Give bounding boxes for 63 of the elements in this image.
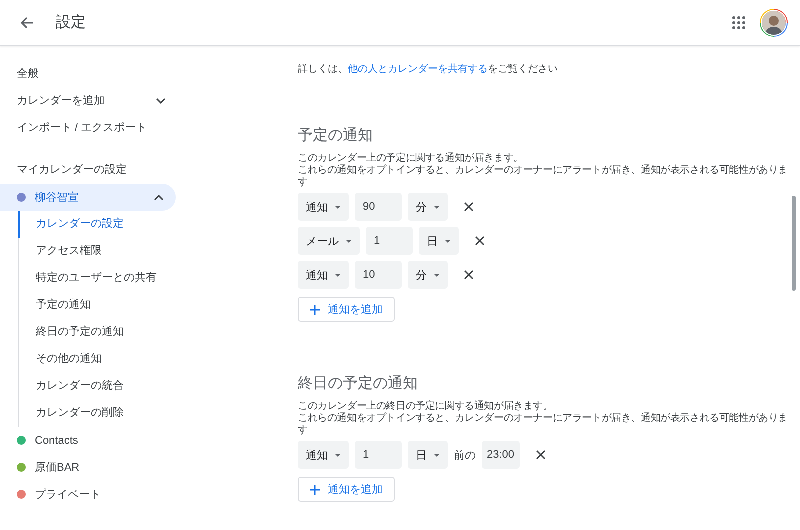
caret-icon (434, 274, 440, 276)
amount-field[interactable]: 1 (366, 227, 413, 255)
sub-item[interactable]: 終日の予定の通知 (18, 319, 176, 346)
sub-item[interactable]: その他の通知 (18, 346, 176, 373)
caret-icon (434, 454, 440, 456)
plus-icon (310, 484, 320, 494)
section-title: 予定の通知 (298, 126, 374, 145)
amount-field[interactable]: 10 (355, 261, 402, 289)
description-text: これらの通知をオプトインすると、カレンダーのオーナーにアラートが届き、通知が表示される可能性があります (298, 165, 790, 189)
sidebar-item[interactable]: インポート / エクスポート (0, 114, 176, 141)
add-notification-button[interactable]: 通知を追加 (298, 477, 395, 502)
close-icon[interactable] (536, 450, 546, 460)
sub-item[interactable]: 予定の通知 (18, 292, 176, 319)
calendar-name: Contacts (35, 434, 80, 446)
time-field[interactable]: 23:00 (482, 441, 520, 469)
section-heading: マイカレンダーの設定 (16, 162, 128, 178)
calendar-item[interactable]: Contacts (0, 427, 176, 454)
description-text: このカレンダー上の終日の予定に関する通知が届きます。 (298, 401, 554, 412)
close-icon[interactable] (464, 270, 474, 280)
method-dropdown[interactable]: 通知 (298, 193, 349, 221)
caret-icon (434, 206, 440, 208)
calendar-item[interactable]: 原価BAR (0, 454, 176, 481)
before-label: 前の (454, 448, 476, 462)
apps-grid-icon[interactable] (732, 16, 746, 30)
calendar-name: プライベート (35, 488, 102, 502)
sub-item[interactable]: カレンダーの設定 (18, 211, 176, 238)
method-dropdown[interactable]: 通知 (298, 441, 349, 469)
calendar-item[interactable]: プライベート (0, 481, 176, 508)
caret-icon (335, 274, 341, 276)
unit-dropdown[interactable]: 日 (419, 227, 459, 255)
method-dropdown[interactable]: メール (298, 227, 360, 255)
amount-field[interactable]: 1 (355, 441, 402, 469)
close-icon[interactable] (464, 202, 474, 212)
caret-icon (445, 240, 451, 242)
plus-icon (310, 304, 320, 314)
add-notification-button[interactable]: 通知を追加 (298, 297, 395, 322)
calendar-name: 原価BAR (35, 461, 81, 475)
sub-item[interactable]: カレンダーの削除 (18, 400, 176, 427)
caret-icon (346, 240, 352, 242)
calendar-name: 柳谷智宣 (35, 190, 80, 205)
description-text: このカレンダー上の予定に関する通知が届きます。 (298, 153, 524, 164)
back-arrow-icon[interactable] (19, 14, 35, 30)
page-title: 設定 (56, 13, 86, 32)
unit-dropdown[interactable]: 分 (408, 193, 448, 221)
sidebar-item[interactable]: 全般 (0, 60, 176, 87)
close-icon[interactable] (475, 236, 485, 246)
scrollbar[interactable] (792, 196, 796, 291)
share-link[interactable]: 他の人とカレンダーを共有する (348, 64, 488, 75)
caret-icon (335, 454, 341, 456)
info-text: 詳しくは、他の人とカレンダーを共有するをご覧ください (298, 62, 559, 76)
avatar[interactable] (760, 8, 788, 36)
sidebar-item[interactable]: カレンダーを追加 (0, 87, 176, 114)
calendar-item[interactable]: 柳谷智宣 (0, 184, 176, 211)
method-dropdown[interactable]: 通知 (298, 261, 349, 289)
unit-dropdown[interactable]: 分 (408, 261, 448, 289)
sub-item[interactable]: アクセス権限 (18, 238, 176, 265)
amount-field[interactable]: 90 (355, 193, 402, 221)
caret-icon (335, 206, 341, 208)
sub-item[interactable]: 特定のユーザーとの共有 (18, 265, 176, 292)
description-text: これらの通知をオプトインすると、カレンダーのオーナーにアラートが届き、通知が表示される可能性があります (298, 413, 790, 437)
sub-item[interactable]: カレンダーの統合 (18, 373, 176, 400)
section-title: 終日の予定の通知 (298, 374, 419, 393)
unit-dropdown[interactable]: 日 (408, 441, 448, 469)
